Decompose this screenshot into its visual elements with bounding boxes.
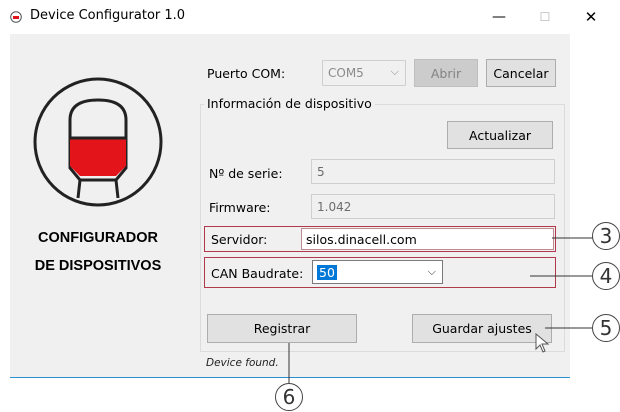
register-button-label: Registrar xyxy=(253,321,311,336)
com-port-label: Puerto COM: xyxy=(207,66,286,81)
register-button[interactable]: Registrar xyxy=(207,314,357,343)
firmware-value: 1.042 xyxy=(317,199,352,214)
title-bar: Device Configurator 1.0 — ☐ ✕ xyxy=(0,0,620,34)
silo-logo-icon xyxy=(33,77,163,207)
callout-6: 6 xyxy=(275,383,303,411)
cancel-button-label: Cancelar xyxy=(493,65,549,81)
bottom-divider xyxy=(10,377,570,378)
server-label: Servidor: xyxy=(211,232,268,247)
mouse-cursor-icon xyxy=(535,333,550,353)
serial-field: 5 xyxy=(311,159,555,184)
server-input[interactable]: silos.dinacell.com xyxy=(301,228,554,250)
logo-line-1: CONFIGURADOR xyxy=(37,230,159,246)
maximize-button[interactable]: ☐ xyxy=(522,0,568,34)
chevron-down-icon: ⌵ xyxy=(390,65,399,78)
can-baudrate-value: 50 xyxy=(317,264,337,280)
firmware-label: Firmware: xyxy=(209,200,271,215)
close-icon: ✕ xyxy=(584,8,598,26)
refresh-button[interactable]: Actualizar xyxy=(447,121,553,149)
callout-3: 3 xyxy=(592,222,620,250)
open-button[interactable]: Abrir xyxy=(414,59,478,87)
callout-5: 5 xyxy=(592,314,620,342)
firmware-field: 1.042 xyxy=(311,194,555,219)
save-settings-button[interactable]: Guardar ajustes xyxy=(412,314,552,343)
can-baudrate-select[interactable]: 50 ⌵ xyxy=(312,260,443,284)
minimize-icon: — xyxy=(492,9,506,25)
com-port-value: COM5 xyxy=(328,66,364,80)
save-settings-label: Guardar ajustes xyxy=(432,321,532,336)
can-baudrate-label: CAN Baudrate: xyxy=(211,266,304,281)
cancel-button[interactable]: Cancelar xyxy=(486,59,556,87)
close-button[interactable]: ✕ xyxy=(568,0,614,34)
logo-line-2: DE DISPOSITIVOS xyxy=(34,258,162,274)
callout-4: 4 xyxy=(592,262,620,290)
minimize-button[interactable]: — xyxy=(476,0,522,34)
server-value: silos.dinacell.com xyxy=(306,231,417,247)
serial-value: 5 xyxy=(317,164,325,179)
refresh-button-label: Actualizar xyxy=(469,127,531,143)
serial-label: Nº de serie: xyxy=(209,166,283,181)
open-button-label: Abrir xyxy=(430,65,462,81)
chevron-down-icon: ⌵ xyxy=(427,265,436,278)
app-icon xyxy=(10,11,22,23)
com-port-select[interactable]: COM5 ⌵ xyxy=(322,60,406,86)
device-info-title: Información de dispositivo xyxy=(204,96,375,111)
window-title: Device Configurator 1.0 xyxy=(30,8,186,23)
maximize-icon: ☐ xyxy=(539,10,551,24)
status-text: Device found. xyxy=(206,357,279,369)
